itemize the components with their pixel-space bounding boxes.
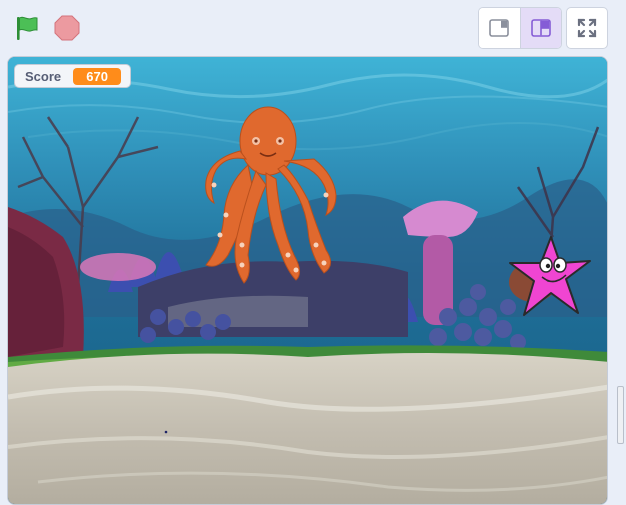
score-label: Score <box>25 68 62 84</box>
score-monitor[interactable]: Score 670 <box>14 64 132 88</box>
stop-sign-icon <box>54 15 80 41</box>
small-stage-button[interactable] <box>479 8 520 48</box>
starfish-sprite[interactable] <box>508 235 594 319</box>
scrollbar-thumb[interactable] <box>617 386 624 444</box>
small-stage-layout-icon <box>489 19 510 37</box>
green-flag-button[interactable] <box>12 13 42 43</box>
stop-button[interactable] <box>52 13 82 43</box>
octopus-sprite[interactable] <box>196 105 341 290</box>
large-stage-layout-icon <box>531 19 551 37</box>
stage-layout-toggle <box>478 7 562 49</box>
page-scrollbar[interactable] <box>614 0 626 505</box>
stage-canvas[interactable]: Score 670 <box>7 56 608 505</box>
score-value: 670 <box>73 67 122 85</box>
fullscreen-icon <box>577 18 597 38</box>
fullscreen-button[interactable] <box>566 7 608 49</box>
green-flag-icon <box>17 16 38 40</box>
large-stage-button[interactable] <box>519 8 561 48</box>
stage-toolbar <box>0 0 626 56</box>
